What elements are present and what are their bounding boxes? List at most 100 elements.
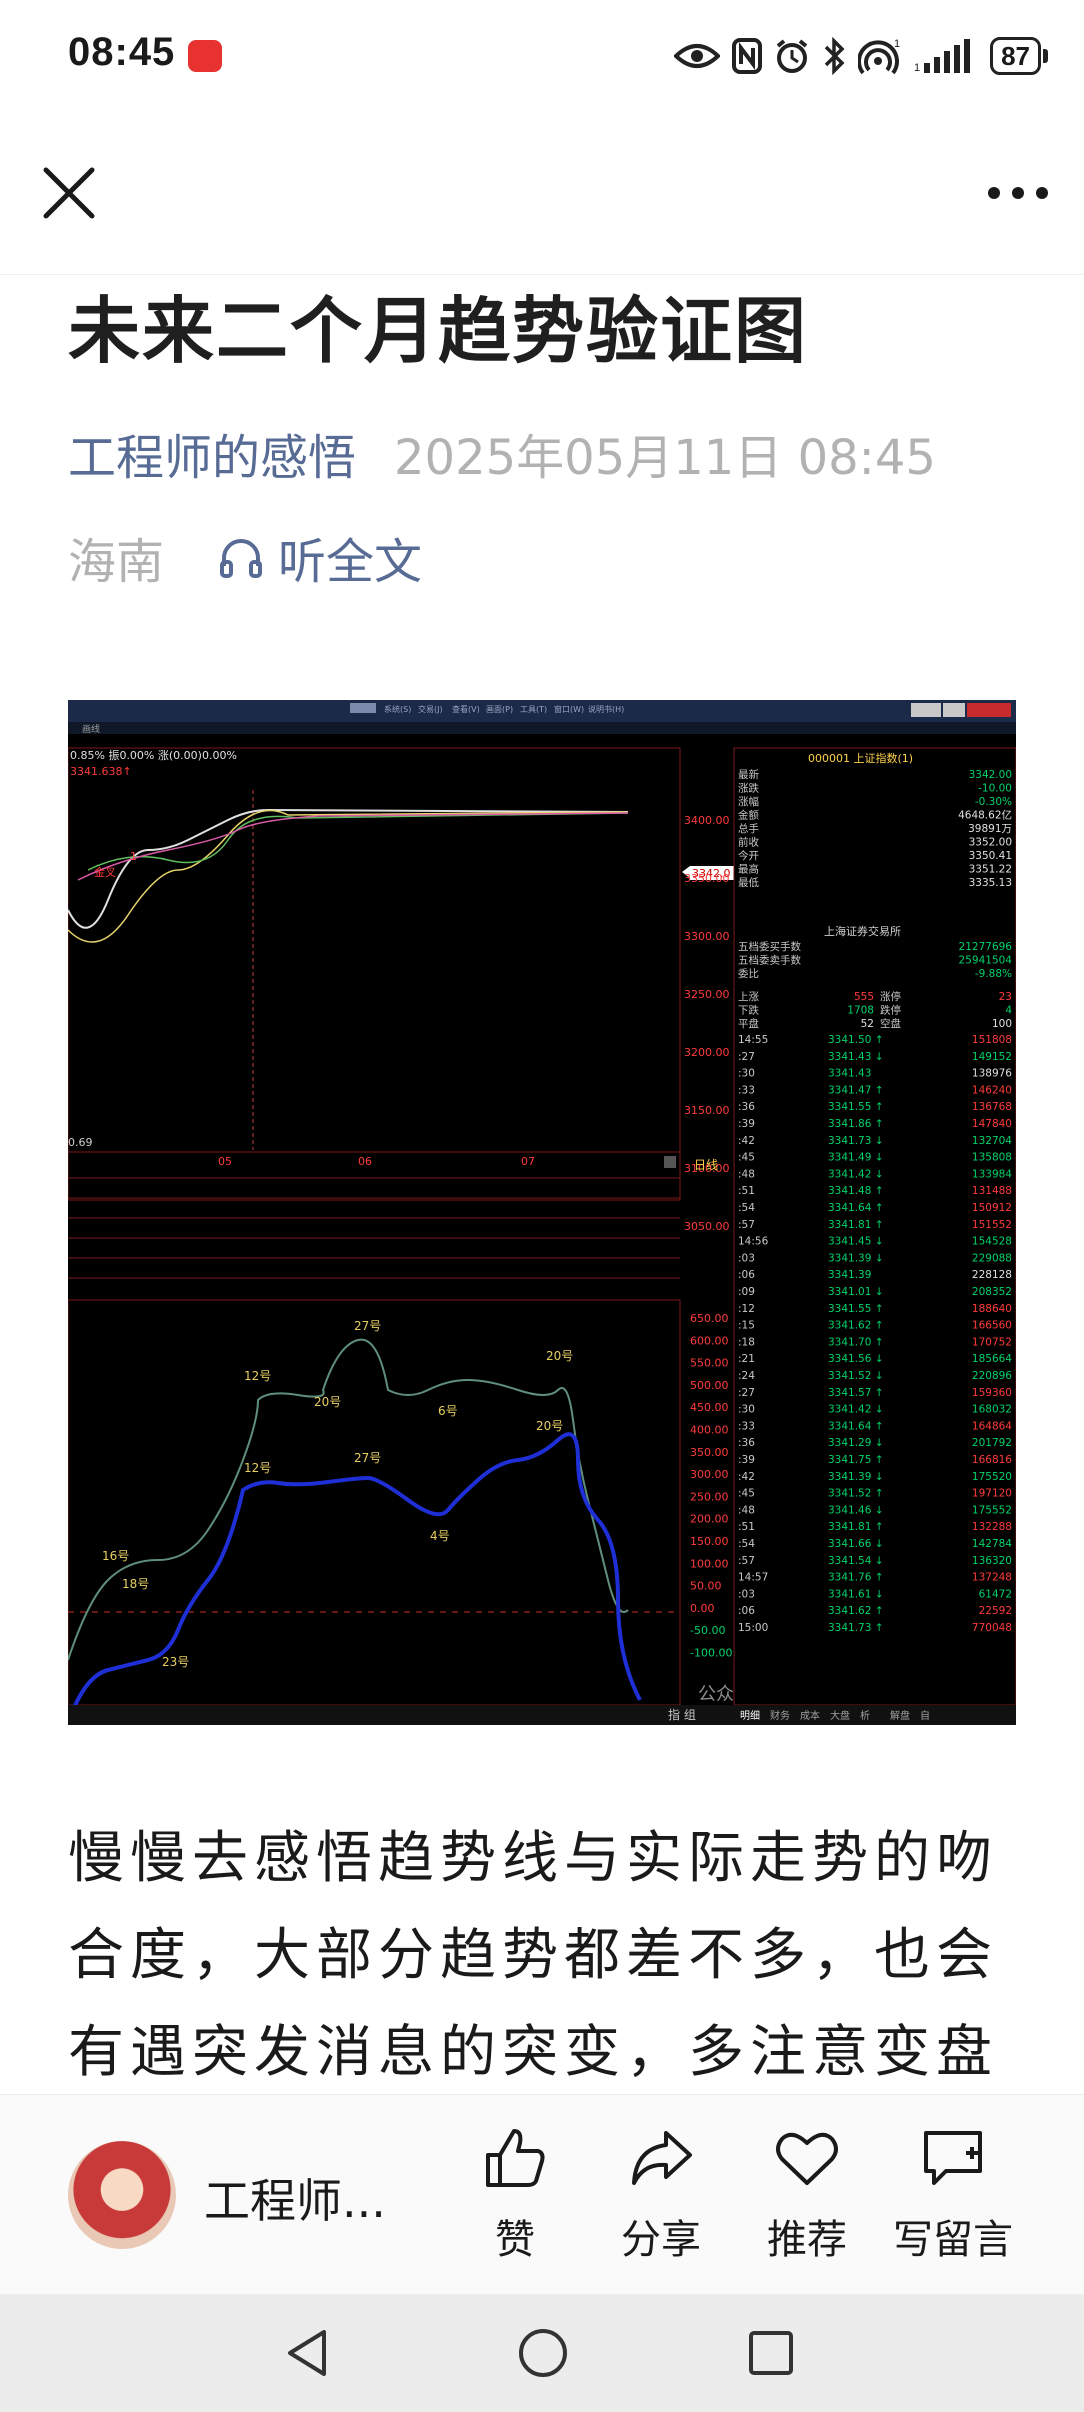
quote-label: 金额 [738,809,759,822]
period-toggle-icon[interactable] [664,1156,676,1168]
svg-text:1: 1 [894,38,900,50]
order-value: 21277696 [959,941,1013,953]
tick-time: :09 [738,1286,755,1298]
tick-time: :48 [738,1504,755,1516]
tick-price: 3341.81 ↑ [828,1521,884,1533]
tick-price: 3341.42 ↓ [828,1168,884,1180]
quote-label: 最低 [738,876,759,889]
breadth-label: 平盘 [738,1017,759,1030]
tick-price: 3341.81 ↑ [828,1219,884,1231]
like-label: 赞 [495,2217,535,2263]
menu-item: 窗口(W) [554,704,584,714]
tick-price: 3341.01 ↓ [828,1286,884,1298]
menu-item: 工具(T) [520,705,547,714]
golden-cross-label: 金叉 [94,865,116,879]
close-icon [43,167,95,219]
author-link[interactable]: 工程师的感悟 [68,430,356,486]
author-avatar[interactable] [68,2141,176,2249]
tick-price: 3341.52 ↓ [828,1370,884,1382]
tick-volume: 188640 [972,1303,1012,1315]
quote-label: 最高 [738,863,759,876]
tick-volume: 170752 [972,1336,1012,1348]
bottom-tab[interactable]: 财务 [770,1709,790,1722]
tick-price: 3341.39 ↓ [828,1252,884,1264]
high-marker: 3341.638↑ [70,765,132,778]
window-close-button[interactable] [967,703,1011,717]
bottom-tab[interactable]: 解盘 [890,1709,910,1722]
tick-volume: 138976 [972,1068,1012,1080]
low-marker: 0.69 [68,1136,93,1149]
quote-label: 今开 [738,849,759,862]
tick-price: 3341.73 ↑ [828,1622,884,1634]
listen-button[interactable]: 听全文 [216,522,422,592]
osc-axis-label: -50.00 [690,1624,725,1637]
tick-price: 3341.64 ↑ [828,1202,884,1214]
breadth-value: 1708 [847,1005,874,1017]
tick-time: 14:55 [738,1034,768,1046]
tick-volume: 220896 [972,1370,1012,1382]
quote-value: 3335.13 [969,877,1012,889]
period-label[interactable]: 日线 [694,1158,718,1172]
more-button[interactable] [976,158,1060,228]
recommend-button[interactable]: 推荐 [742,2123,872,2283]
quote-label: 最新 [738,768,759,781]
tick-price: 3341.43 ↓ [828,1051,884,1063]
breadth-value: 4 [1005,1005,1012,1017]
tick-volume: 147840 [972,1118,1012,1130]
minimize-button[interactable] [911,703,941,717]
price-axis-label: 3400.00 [684,814,730,827]
quote-value: 4648.62亿 [958,809,1012,822]
article-title: 未来二个月趋势验证图 [68,289,809,373]
quote-value: 3352.00 [969,837,1012,849]
tick-volume: 133984 [972,1168,1012,1180]
bottom-tab[interactable]: 自 [920,1709,930,1722]
tick-volume: 149152 [972,1051,1012,1063]
region-label: 海南 [68,534,165,590]
recents-icon[interactable] [746,2328,796,2378]
comment-button[interactable]: 写留言 [888,2123,1018,2283]
tick-price: 3341.47 ↑ [828,1084,884,1096]
article-image[interactable]: 系统(S) 交易(J) 查看(V) 画面(P) 工具(T) 窗口(W) 说明书(… [68,700,1016,1725]
breadth-label: 下跌 [738,1004,759,1017]
home-icon[interactable] [516,2326,570,2380]
article-meta-2: 海南 听全文 [68,522,422,592]
tick-price: 3341.49 ↓ [828,1152,884,1164]
battery-indicator: 87 [990,37,1048,75]
breadth-value: 100 [992,1018,1012,1030]
order-value: -9.88% [975,968,1012,980]
bottom-tab[interactable]: 析 [860,1709,870,1722]
bottom-tab[interactable]: 大盘 [830,1709,850,1722]
close-button[interactable] [34,158,104,228]
osc-axis-label: 250.00 [690,1490,729,1503]
bottom-tab-bar [68,1705,1016,1725]
back-icon[interactable] [282,2326,332,2380]
order-value: 25941504 [959,955,1013,967]
tick-time: :45 [738,1152,755,1164]
tick-volume: 201792 [972,1437,1012,1449]
tick-volume: 22592 [979,1605,1012,1617]
tick-price: 3341.48 ↑ [828,1185,884,1197]
tick-price: 3341.43 [828,1068,871,1080]
maximize-button[interactable] [943,703,965,717]
tick-volume: 229088 [972,1252,1012,1264]
quote-value: 3351.22 [969,864,1012,876]
bottom-tab[interactable]: 明细 [740,1709,760,1722]
tick-volume: 168032 [972,1404,1012,1416]
green-line-annotation: 20号 [546,1349,573,1363]
tick-price: 3341.64 ↑ [828,1420,884,1432]
tick-time: :03 [738,1588,755,1600]
bluetooth-icon [824,37,845,75]
month-label: 05 [218,1155,232,1168]
breadth-label: 跌停 [880,1004,901,1017]
tick-price: 3341.50 ↑ [828,1034,884,1046]
tick-time: :39 [738,1454,755,1466]
breadth-label: 上涨 [738,991,759,1003]
author-name-short[interactable]: 工程师... [204,2165,386,2231]
bottom-tab[interactable]: 成本 [800,1709,820,1722]
article-meta: 工程师的感悟 2025年05月11日 08:45 [68,418,936,488]
tick-time: :27 [738,1387,755,1399]
like-button[interactable]: 赞 [450,2123,580,2283]
price-axis-label: 3050.00 [684,1220,730,1233]
share-button[interactable]: 分享 [596,2123,726,2283]
green-line-annotation: 20号 [314,1395,341,1409]
